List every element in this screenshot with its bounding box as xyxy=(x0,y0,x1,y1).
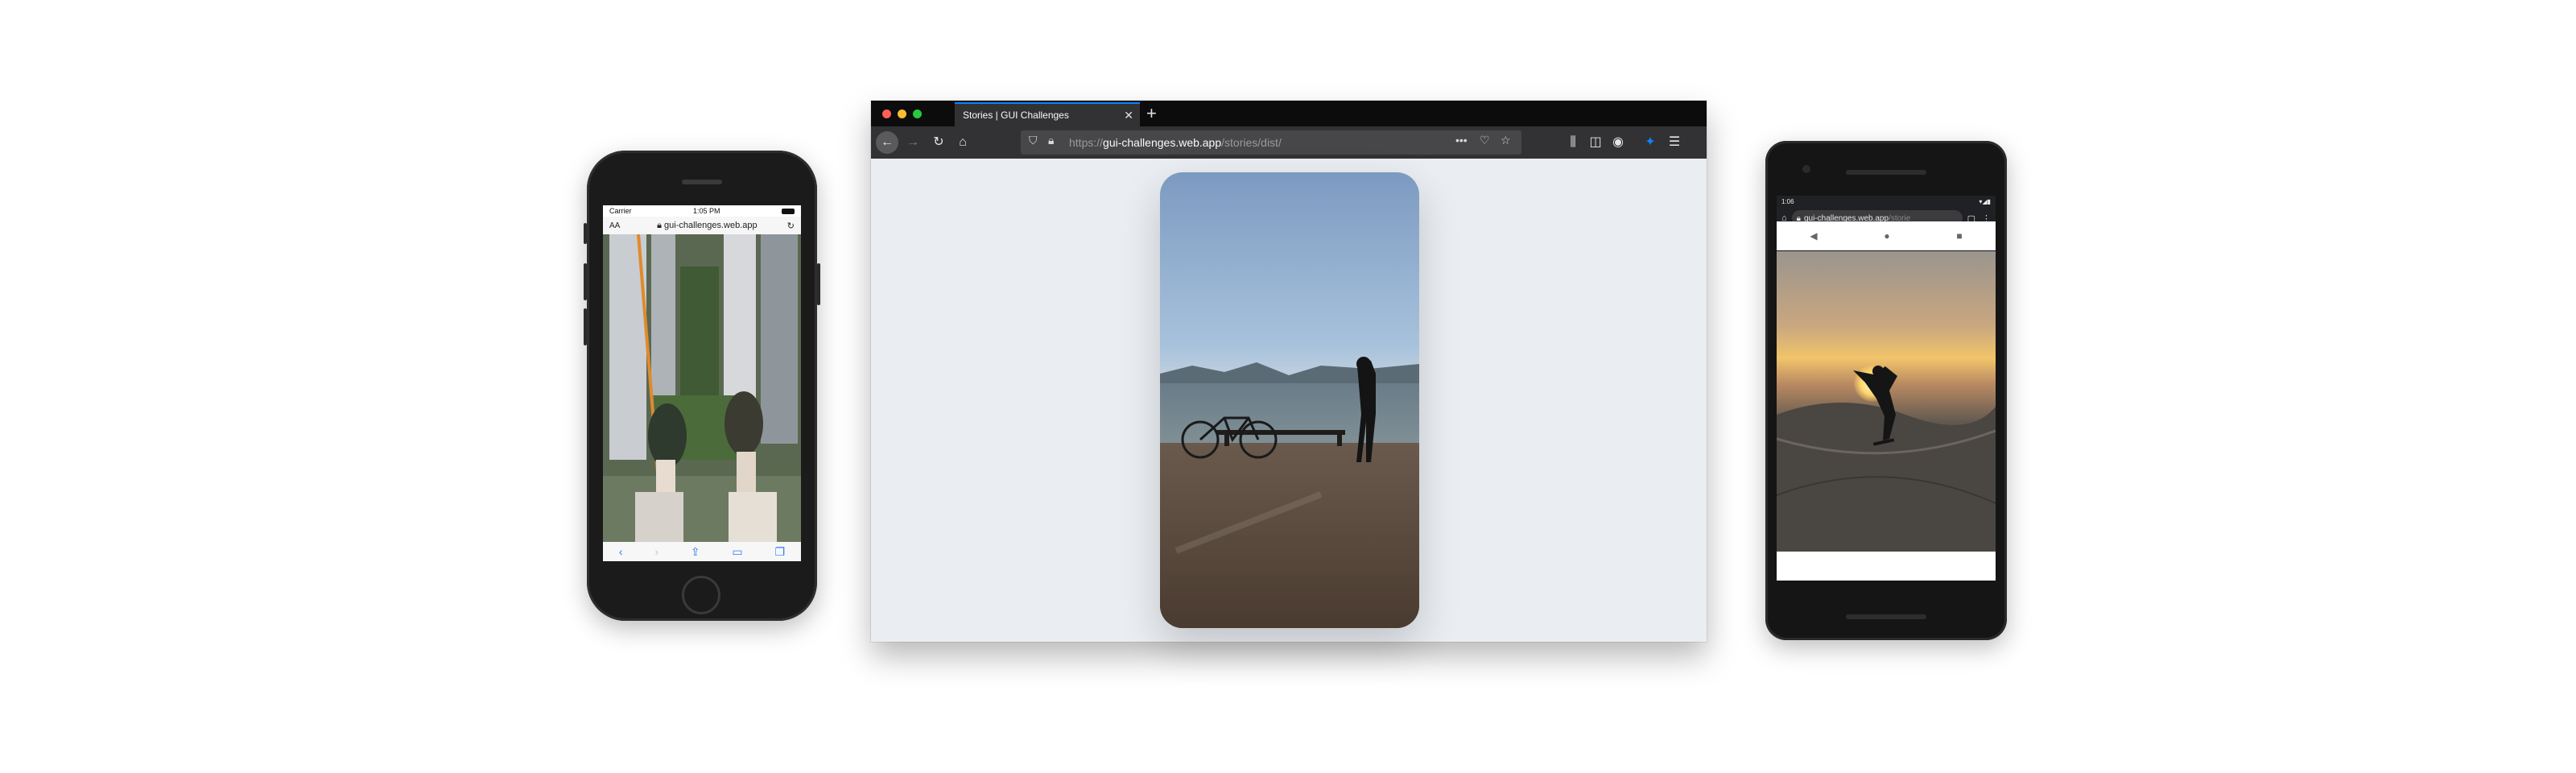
navigation-toolbar: ← → ↻ ⌂ ⛉ 🔒︎ https:// gui-challenges.web… xyxy=(871,126,1707,159)
account-icon[interactable]: ◉ xyxy=(1608,133,1628,152)
pocket-icon[interactable]: ♡ xyxy=(1480,134,1490,147)
tab-title: Stories | GUI Challenges xyxy=(963,110,1069,121)
page-content xyxy=(871,159,1707,642)
signal-battery-icon: ▾◢▮ xyxy=(1979,197,1991,205)
safari-address-bar[interactable]: AA 🔒︎ gui-challenges.web.app ↻ xyxy=(603,217,801,234)
close-window-icon[interactable] xyxy=(882,110,891,118)
story-photo-aerial[interactable] xyxy=(603,234,801,542)
lock-icon: 🔒︎ xyxy=(657,220,662,230)
home-icon[interactable]: ⌂ xyxy=(953,133,972,152)
story-photo-skate[interactable] xyxy=(1777,229,1996,552)
back-nav-icon[interactable]: ◀ xyxy=(1810,230,1817,242)
menu-icon[interactable]: ☰ xyxy=(1665,133,1684,152)
address-text: gui-challenges.web.app xyxy=(664,220,758,230)
reload-icon[interactable]: ↻ xyxy=(929,133,948,152)
iphone-screen: Carrier 1:05 PM AA 🔒︎ gui-challenges.web… xyxy=(603,205,801,561)
home-button[interactable] xyxy=(682,576,720,614)
skatepark-illustration xyxy=(1777,366,1996,552)
status-time: 1:06 xyxy=(1781,197,1794,205)
title-bar: Stories | GUI Challenges ✕ + xyxy=(871,101,1707,126)
top-speaker xyxy=(1846,170,1926,175)
maximize-window-icon[interactable] xyxy=(913,110,922,118)
bookmark-star-icon[interactable]: ☆ xyxy=(1501,134,1511,147)
tracking-shield-icon[interactable]: ⛉ xyxy=(1029,134,1038,147)
home-nav-icon[interactable]: ● xyxy=(1884,230,1889,242)
recents-nav-icon[interactable]: ■ xyxy=(1956,230,1962,242)
address-host[interactable]: 🔒︎ gui-challenges.web.app xyxy=(627,221,787,231)
carrier-label: Carrier xyxy=(609,207,632,215)
volume-down-button xyxy=(584,308,587,345)
volume-up-button xyxy=(584,263,587,300)
extensions-icon[interactable]: ✦ xyxy=(1641,133,1660,152)
tab-close-icon[interactable]: ✕ xyxy=(1124,109,1133,122)
safari-toolbar: ‹ › ⇪ ▭ ❐ xyxy=(603,542,801,561)
library-icon[interactable]: ⫼ xyxy=(1563,133,1583,152)
back-icon[interactable]: ‹ xyxy=(619,545,623,558)
text-size-button[interactable]: AA xyxy=(609,221,627,230)
status-time: 1:05 PM xyxy=(692,207,720,215)
page-actions-icon[interactable]: ••• xyxy=(1455,134,1468,147)
bookmarks-icon[interactable]: ▭ xyxy=(732,545,742,559)
minimize-window-icon[interactable] xyxy=(898,110,906,118)
tab-stories[interactable]: Stories | GUI Challenges ✕ xyxy=(955,102,1140,126)
lock-icon[interactable]: 🔒︎ xyxy=(1048,134,1054,147)
story-card[interactable] xyxy=(1160,172,1419,628)
earpiece-speaker xyxy=(682,180,722,184)
power-button xyxy=(817,263,820,305)
tabs-icon[interactable]: ❐ xyxy=(774,545,785,559)
ios-status-bar: Carrier 1:05 PM xyxy=(603,205,801,217)
android-status-bar: 1:06 ▾◢▮ xyxy=(1777,196,1996,207)
pier-scene-illustration xyxy=(1160,357,1419,554)
mute-switch xyxy=(584,223,587,244)
url-host: gui-challenges.web.app xyxy=(1103,136,1222,149)
new-tab-icon[interactable]: + xyxy=(1146,104,1157,123)
android-nav-bar: ◀ ● ■ xyxy=(1777,221,1996,251)
android-device: 1:06 ▾◢▮ ⌂ 🔒︎ gui-challenges.web.app /st… xyxy=(1765,141,2007,640)
reload-icon[interactable]: ↻ xyxy=(787,221,795,231)
share-icon[interactable]: ⇪ xyxy=(691,545,700,559)
bottom-speaker xyxy=(1846,614,1926,619)
url-bar[interactable]: ⛉ 🔒︎ https:// gui-challenges.web.app /st… xyxy=(1021,130,1521,155)
battery-icon xyxy=(781,208,795,214)
forward-icon[interactable]: › xyxy=(654,545,658,558)
sidebar-icon[interactable]: ◫ xyxy=(1586,133,1605,152)
aerial-feet-illustration xyxy=(603,234,801,542)
url-path: /stories/dist/ xyxy=(1221,136,1282,149)
forward-arrow-icon[interactable]: → xyxy=(903,133,923,152)
url-scheme: https:// xyxy=(1069,136,1104,149)
firefox-window: Stories | GUI Challenges ✕ + ← → ↻ ⌂ ⛉ 🔒… xyxy=(871,101,1707,642)
front-camera xyxy=(1802,165,1810,173)
iphone-device: Carrier 1:05 PM AA 🔒︎ gui-challenges.web… xyxy=(584,151,820,621)
back-arrow-icon[interactable]: ← xyxy=(877,133,897,152)
android-screen: 1:06 ▾◢▮ ⌂ 🔒︎ gui-challenges.web.app /st… xyxy=(1777,196,1996,581)
